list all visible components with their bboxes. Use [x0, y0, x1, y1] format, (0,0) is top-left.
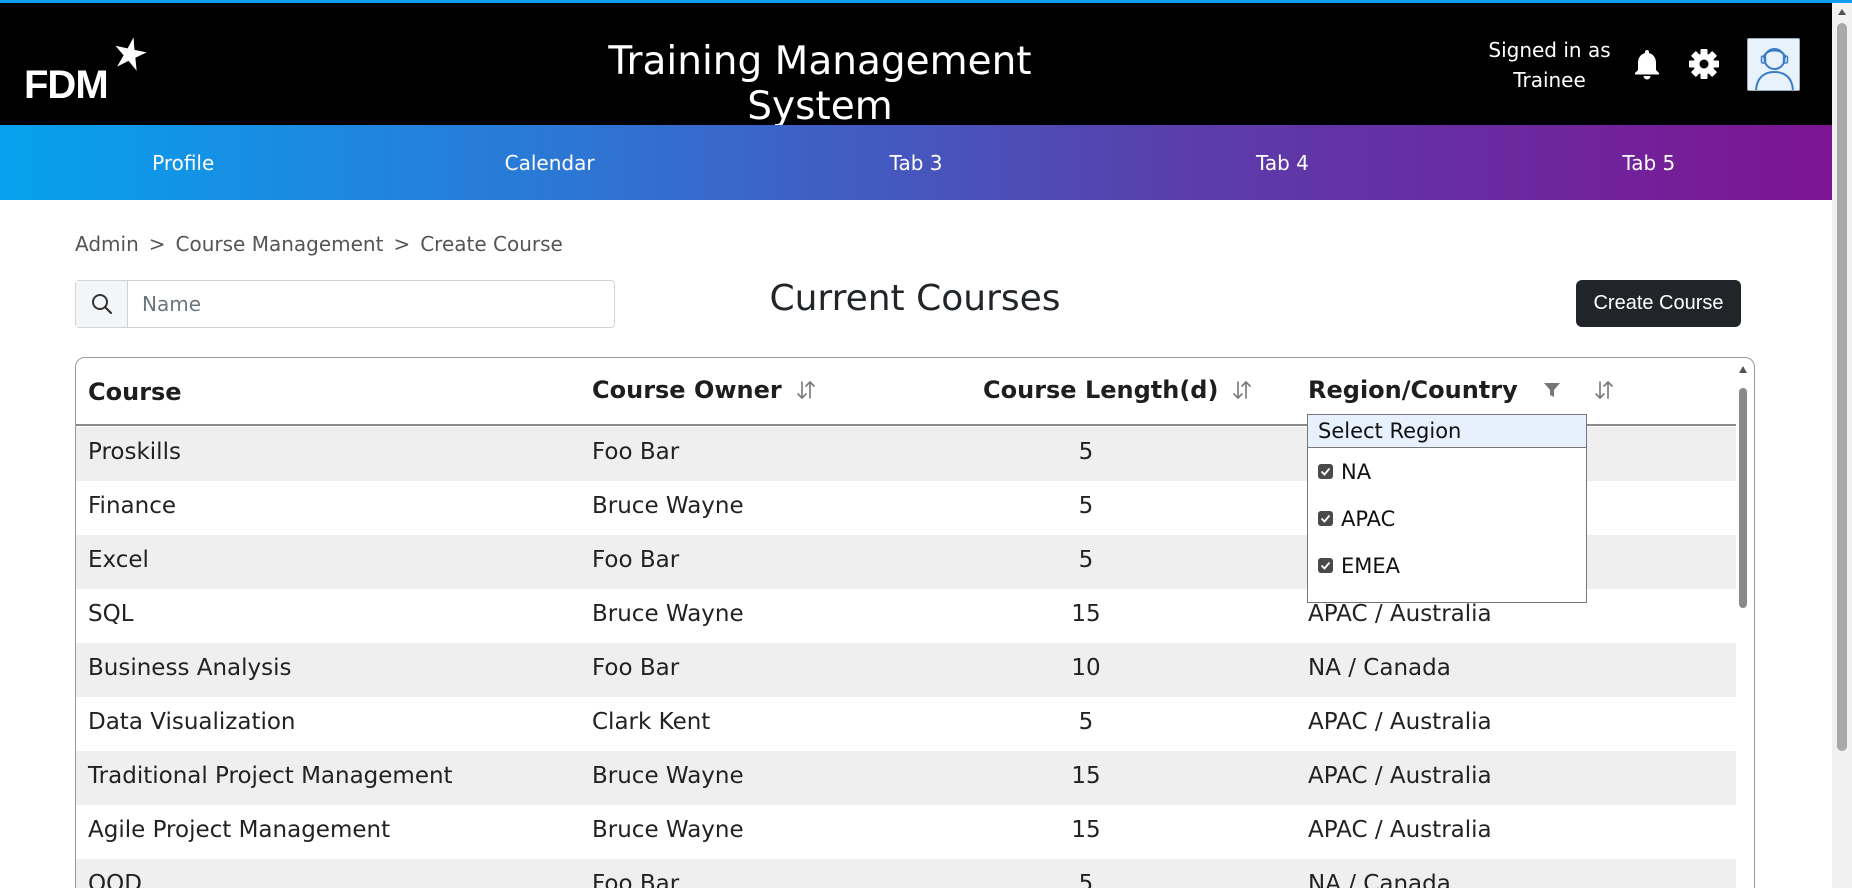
cell-length: 5 — [1078, 871, 1094, 888]
cell-length: 15 — [1071, 601, 1101, 627]
cell-length: 5 — [1078, 709, 1094, 735]
scroll-up-arrow-icon[interactable] — [1739, 366, 1747, 373]
tab-5[interactable]: Tab 5 — [1466, 125, 1832, 200]
avatar-icon[interactable] — [1747, 38, 1800, 91]
signed-in-label: Signed in as — [1488, 38, 1611, 62]
tab-3[interactable]: Tab 3 — [733, 125, 1099, 200]
column-header-owner: Course Owner — [592, 376, 816, 404]
breadcrumb-separator: > — [393, 232, 411, 256]
gear-icon[interactable] — [1688, 48, 1720, 84]
region-option-emea[interactable]: EMEA — [1308, 542, 1586, 589]
tab-calendar[interactable]: Calendar — [366, 125, 732, 200]
cell-region: APAC / Australia — [1308, 763, 1492, 789]
cell-course: Traditional Project Management — [88, 763, 453, 789]
signed-in-status: Signed in as Trainee — [1472, 35, 1627, 95]
cell-course: Finance — [88, 493, 176, 519]
region-option-label: EMEA — [1341, 553, 1401, 578]
cell-length: 5 — [1078, 547, 1094, 573]
table-row[interactable]: Data Visualization Clark Kent 5 APAC / A… — [76, 697, 1736, 751]
cell-length: 15 — [1071, 763, 1101, 789]
cell-course: SQL — [88, 601, 134, 627]
cell-region: APAC / Australia — [1308, 817, 1492, 843]
column-label: Region/Country — [1308, 376, 1518, 404]
table-row[interactable]: Agile Project Management Bruce Wayne 15 … — [76, 805, 1736, 859]
sort-icon[interactable] — [796, 379, 816, 401]
cell-course: Excel — [88, 547, 149, 573]
breadcrumb-course-management[interactable]: Course Management — [176, 232, 384, 256]
create-course-button[interactable]: Create Course — [1576, 280, 1741, 327]
cell-owner: Bruce Wayne — [592, 601, 744, 627]
tab-4[interactable]: Tab 4 — [1099, 125, 1465, 200]
page-title: Current Courses — [769, 278, 1061, 319]
search-button[interactable] — [76, 281, 128, 327]
region-option-label: NA — [1341, 459, 1372, 484]
app-title: Training Management System — [608, 39, 1032, 129]
checkbox-checked-icon[interactable] — [1318, 558, 1333, 573]
cell-owner: Clark Kent — [592, 709, 711, 735]
breadcrumb-separator: > — [148, 232, 166, 256]
search-input[interactable] — [128, 281, 614, 327]
scroll-thumb[interactable] — [1739, 388, 1747, 608]
cell-course: Proskills — [88, 439, 181, 465]
region-option-label: APAC — [1341, 506, 1396, 531]
cell-owner: Bruce Wayne — [592, 493, 744, 519]
cell-owner: Foo Bar — [592, 547, 680, 573]
table-scrollbar[interactable] — [1738, 366, 1748, 888]
table-row[interactable]: Traditional Project Management Bruce Way… — [76, 751, 1736, 805]
search-icon — [91, 294, 112, 315]
region-filter-dropdown: Select Region NA APAC EMEA — [1307, 414, 1587, 603]
cell-region: APAC / Australia — [1308, 601, 1492, 627]
checkbox-checked-icon[interactable] — [1318, 511, 1333, 526]
logo-text: FDM — [24, 63, 109, 107]
cell-owner: Foo Bar — [592, 655, 680, 681]
column-header-region: Region/Country — [1308, 376, 1614, 404]
region-filter-header: Select Region — [1308, 415, 1586, 448]
star-logo-icon — [115, 37, 147, 71]
cell-region: APAC / Australia — [1308, 709, 1492, 735]
main-nav: Profile Calendar Tab 3 Tab 4 Tab 5 — [0, 125, 1832, 200]
page-scrollbar[interactable] — [1832, 3, 1852, 888]
cell-course: Business Analysis — [88, 655, 292, 681]
table-row[interactable]: Business Analysis Foo Bar 10 NA / Canada — [76, 643, 1736, 697]
breadcrumb-admin[interactable]: Admin — [75, 232, 139, 256]
cell-owner: Foo Bar — [592, 439, 680, 465]
cell-owner: Bruce Wayne — [592, 763, 744, 789]
cell-length: 15 — [1071, 817, 1101, 843]
column-header-length: Course Length(d) — [983, 376, 1252, 404]
sort-icon[interactable] — [1232, 379, 1252, 401]
scroll-up-arrow-icon[interactable] — [1838, 9, 1846, 15]
cell-region: NA / Canada — [1308, 871, 1451, 888]
region-option-na[interactable]: NA — [1308, 448, 1586, 495]
search-box — [75, 280, 615, 328]
breadcrumb-create-course: Create Course — [420, 232, 563, 256]
app-header: FDM Training Management System Signed in… — [0, 3, 1852, 129]
table-row[interactable]: OOD Foo Bar 5 NA / Canada — [76, 859, 1736, 888]
column-label: Course — [88, 378, 182, 406]
column-label: Course Owner — [592, 376, 782, 404]
tab-profile[interactable]: Profile — [0, 125, 366, 200]
bell-icon[interactable] — [1632, 48, 1662, 84]
cell-region: NA / Canada — [1308, 655, 1451, 681]
cell-course: Data Visualization — [88, 709, 296, 735]
cell-course: OOD — [88, 871, 142, 888]
cell-course: Agile Project Management — [88, 817, 391, 843]
cell-owner: Foo Bar — [592, 871, 680, 888]
cell-length: 5 — [1078, 439, 1094, 465]
column-header-course: Course — [88, 378, 182, 406]
cell-length: 10 — [1071, 655, 1101, 681]
filter-icon[interactable] — [1542, 380, 1562, 400]
cell-owner: Bruce Wayne — [592, 817, 744, 843]
fdm-logo[interactable]: FDM — [24, 37, 149, 107]
breadcrumb: Admin > Course Management > Create Cours… — [75, 232, 563, 256]
signed-in-role: Trainee — [1513, 68, 1586, 92]
column-label: Course Length(d) — [983, 376, 1219, 404]
sort-icon[interactable] — [1594, 379, 1614, 401]
cell-length: 5 — [1078, 493, 1094, 519]
region-option-apac[interactable]: APAC — [1308, 495, 1586, 542]
checkbox-checked-icon[interactable] — [1318, 464, 1333, 479]
page-scroll-thumb[interactable] — [1837, 23, 1847, 751]
